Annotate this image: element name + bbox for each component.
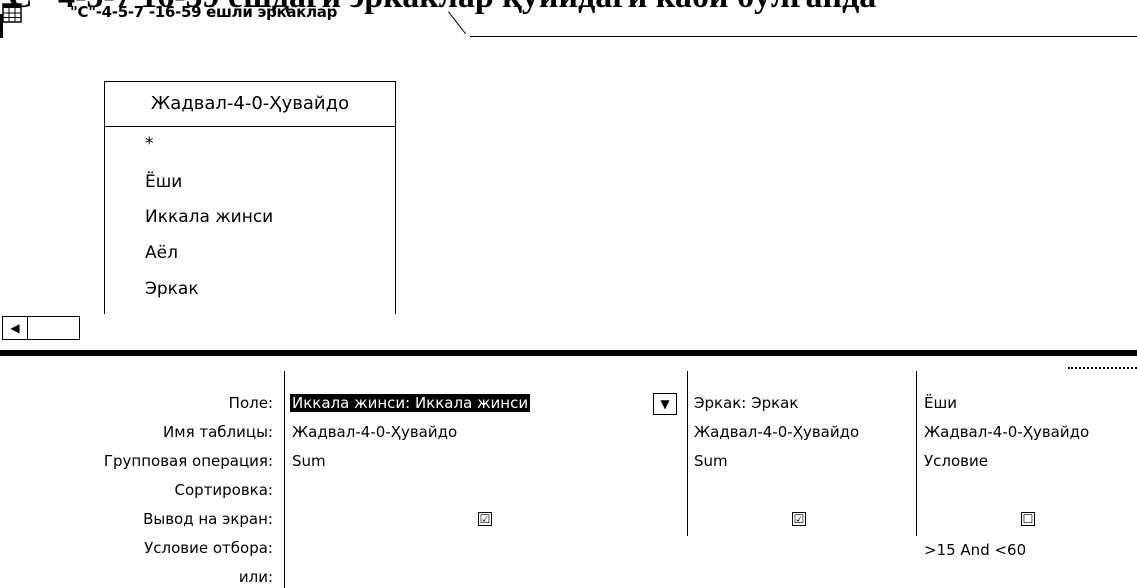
grid-cell-group[interactable]: Sum (694, 452, 728, 470)
grid-cell-field[interactable]: Иккала жинси: Иккала жинси (290, 394, 531, 412)
horizontal-scrollbar[interactable]: ◀ (2, 316, 80, 340)
grid-cell-criteria[interactable]: >15 And <60 (924, 541, 1026, 559)
row-label-or: или: (238, 568, 273, 586)
field-item-male[interactable]: Эркак (145, 279, 199, 299)
scroll-left-icon[interactable]: ◀ (3, 317, 28, 339)
row-label-criteria: Условие отбора: (144, 539, 273, 557)
splitter-grip (1068, 367, 1137, 369)
field-item-age[interactable]: Ёши (145, 172, 182, 192)
grid-column-divider (284, 371, 285, 588)
show-checkbox[interactable]: ☐ (1021, 512, 1035, 526)
show-checkbox[interactable]: ☑ (792, 512, 806, 526)
row-label-group: Групповая операция: (103, 452, 273, 470)
field-item-female[interactable]: Аёл (145, 243, 178, 263)
table-field-list[interactable]: Жадвал-4-0-Ҳувайдо * Ёши Иккала жинси Аё… (104, 81, 396, 314)
row-label-sort: Сортировка: (174, 481, 273, 499)
grid-cell-field[interactable]: Эркак: Эркак (694, 394, 798, 412)
field-item-both-sexes[interactable]: Иккала жинси (145, 207, 273, 227)
table-title[interactable]: Жадвал-4-0-Ҳувайдо (105, 82, 395, 127)
grid-cell-table[interactable]: Жадвал-4-0-Ҳувайдо (924, 423, 1089, 441)
grid-cell-group[interactable]: Sum (292, 452, 326, 470)
chevron-down-icon[interactable]: ▼ (653, 393, 677, 415)
grid-cell-field[interactable]: Ёши (924, 394, 957, 412)
row-label-field: Поле: (228, 394, 273, 412)
grid-column-divider (916, 371, 917, 536)
query-icon (2, 3, 22, 23)
query-tab[interactable]: "С"-4-5-7 -16-59 ёшли эркаклар (70, 3, 337, 21)
tab-left-edge (0, 14, 3, 38)
grid-cell-table[interactable]: Жадвал-4-0-Ҳувайдо (694, 423, 859, 441)
grid-cell-table[interactable]: Жадвал-4-0-Ҳувайдо (292, 423, 457, 441)
row-label-table: Имя таблицы: (163, 423, 273, 441)
pane-splitter[interactable] (0, 350, 1137, 356)
show-checkbox[interactable]: ☑ (478, 512, 492, 526)
field-item-all[interactable]: * (145, 134, 154, 154)
grid-cell-group[interactable]: Условие (924, 452, 988, 470)
row-label-show: Вывод на экран: (143, 510, 273, 528)
grid-column-divider (687, 371, 688, 536)
tab-underline (470, 36, 1137, 37)
